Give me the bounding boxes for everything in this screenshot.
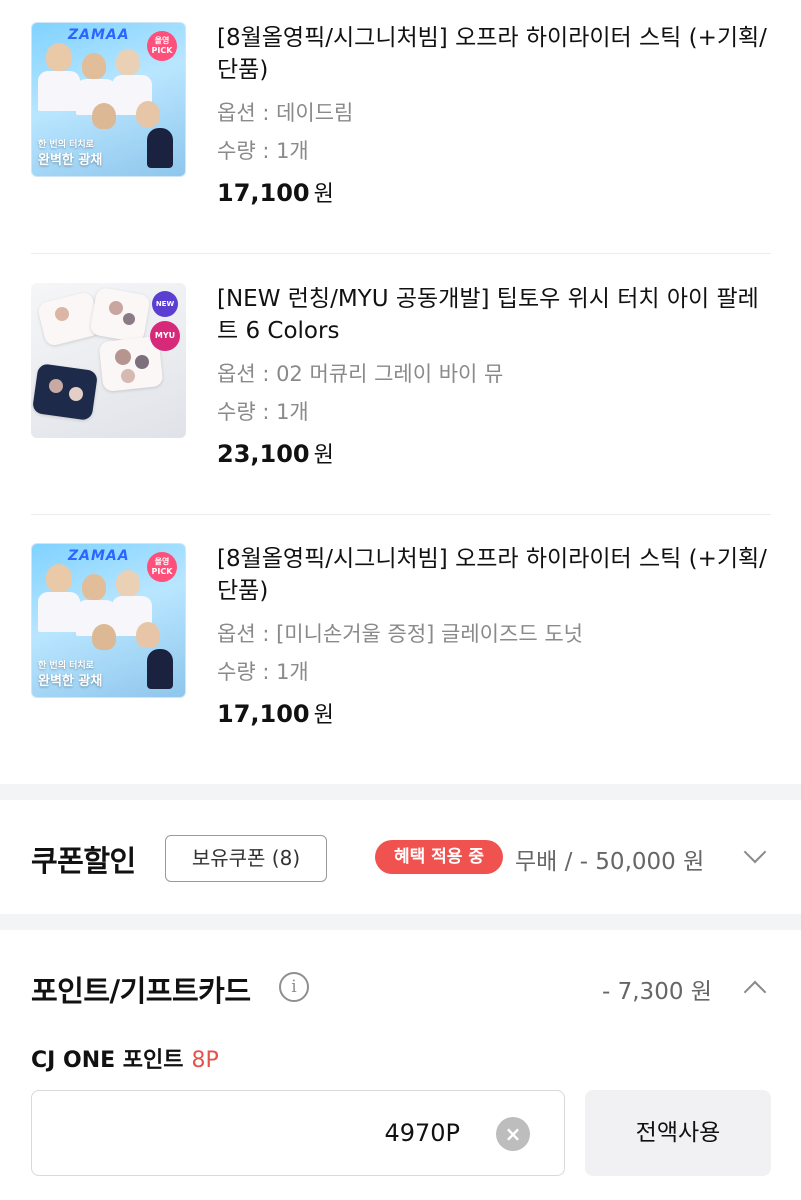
product-title[interactable]: [8월올영픽/시그니처빔] 오프라 하이라이터 스틱 (+기획/단품) — [217, 22, 777, 86]
mirror-image — [147, 649, 173, 689]
product-option: 옵션 : 데이드림 — [217, 101, 354, 125]
use-all-button[interactable]: 전액사용 — [585, 1090, 771, 1176]
info-icon[interactable]: i — [279, 972, 309, 1002]
cart-item[interactable]: ZAMAA 올영 PICK 한 번의 터치로 완벽한 광채 [8월올영픽/시그니… — [31, 543, 771, 743]
points-input[interactable]: 4970P × — [31, 1090, 565, 1176]
product-thumbnail[interactable]: ZAMAA 올영 PICK 한 번의 터치로 완벽한 광채 — [31, 543, 186, 698]
mirror-image — [147, 128, 173, 168]
divider — [31, 253, 771, 254]
product-price: 23,100 원 — [217, 440, 334, 468]
cj-one-points-label: CJ ONE 포인트 8P — [31, 1048, 219, 1073]
product-price: 17,100 원 — [217, 179, 334, 207]
section-separator — [0, 784, 801, 800]
coupon-section[interactable]: 쿠폰할인 보유쿠폰 (8) 혜택 적용 중 무배 / - 50,000 원 — [31, 830, 771, 886]
chevron-up-icon[interactable] — [743, 980, 767, 1004]
thumbnail-caption: 한 번의 터치로 완벽한 광채 — [38, 661, 103, 689]
brand-logo: ZAMAA — [68, 27, 130, 43]
cart-item[interactable]: ZAMAA 올영 PICK 한 번의 터치로 완벽한 광채 [8월올영픽/시그니… — [31, 22, 771, 222]
product-title[interactable]: [8월올영픽/시그니처빔] 오프라 하이라이터 스틱 (+기획/단품) — [217, 543, 777, 607]
divider — [31, 514, 771, 515]
new-badge: NEW — [152, 291, 178, 317]
product-title[interactable]: [NEW 런칭/MYU 공동개발] 팁토우 위시 터치 아이 팔레트 6 Col… — [217, 283, 777, 347]
points-input-value[interactable]: 4970P — [384, 1119, 460, 1147]
product-option: 옵션 : [미니손거울 증정] 글레이즈드 도넛 — [217, 622, 583, 646]
product-quantity: 수량 : 1개 — [217, 139, 309, 163]
owned-coupons-button[interactable]: 보유쿠폰 (8) — [165, 835, 327, 882]
points-section-header[interactable]: 포인트/기프트카드 i - 7,300 원 — [31, 962, 771, 1012]
cj-one-balance: 8P — [191, 1048, 219, 1073]
product-thumbnail[interactable]: ZAMAA 올영 PICK 한 번의 터치로 완벽한 광채 — [31, 22, 186, 177]
product-option: 옵션 : 02 머큐리 그레이 바이 뮤 — [217, 362, 504, 386]
coupon-discount-amount: 무배 / - 50,000 원 — [515, 849, 705, 875]
product-quantity: 수량 : 1개 — [217, 660, 309, 684]
thumbnail-caption: 한 번의 터치로 완벽한 광채 — [38, 140, 103, 168]
product-thumbnail[interactable]: NEW MYU — [31, 283, 186, 438]
chevron-down-icon[interactable] — [743, 840, 767, 864]
myu-badge: MYU — [150, 321, 180, 351]
pick-badge: 올영 PICK — [147, 552, 177, 582]
brand-logo: ZAMAA — [68, 548, 130, 564]
section-separator — [0, 914, 801, 930]
product-quantity: 수량 : 1개 — [217, 400, 309, 424]
benefit-applied-badge: 혜택 적용 중 — [375, 840, 503, 874]
pick-badge: 올영 PICK — [147, 31, 177, 61]
points-title: 포인트/기프트카드 — [31, 974, 251, 1008]
product-price: 17,100 원 — [217, 700, 334, 728]
clear-icon[interactable]: × — [496, 1117, 530, 1151]
cart-item[interactable]: NEW MYU [NEW 런칭/MYU 공동개발] 팁토우 위시 터치 아이 팔… — [31, 283, 771, 483]
coupon-title: 쿠폰할인 — [31, 844, 136, 878]
points-discount-amount: - 7,300 원 — [602, 979, 712, 1005]
